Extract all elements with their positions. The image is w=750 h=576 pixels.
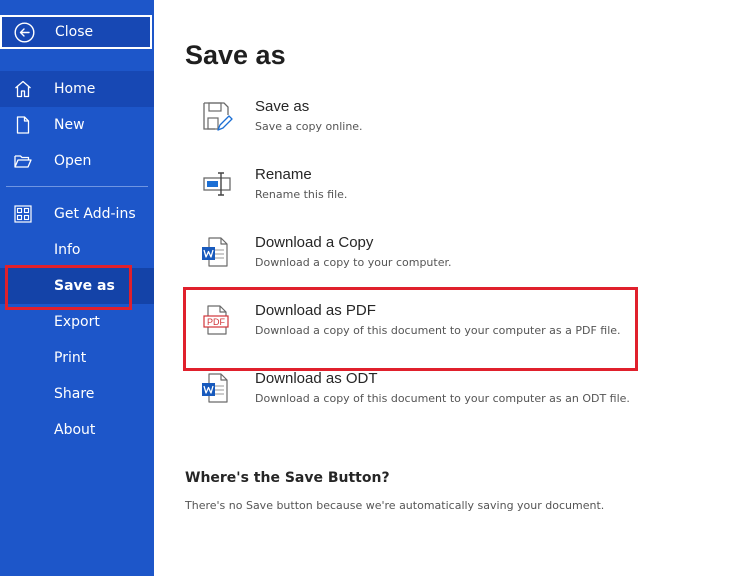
- sidebar-item-info[interactable]: Info: [0, 232, 154, 268]
- option-description: Save a copy online.: [255, 120, 363, 133]
- sidebar-item-home[interactable]: Home: [0, 71, 154, 107]
- option-description: Download a copy of this document to your…: [255, 392, 630, 405]
- option-download-as-pdf[interactable]: PDF Download as PDF Download a copy of t…: [199, 302, 669, 364]
- sidebar-item-get-add-ins[interactable]: Get Add-ins: [0, 196, 154, 232]
- option-download-as-odt[interactable]: Download as ODT Download a copy of this …: [199, 370, 669, 432]
- sidebar-divider: [6, 186, 148, 187]
- new-document-icon: [16, 116, 30, 134]
- sidebar-item-label: Info: [54, 242, 81, 258]
- pdf-icon-text: PDF: [207, 317, 226, 327]
- option-description: Download a copy to your computer.: [255, 256, 452, 269]
- rename-icon: [203, 172, 231, 196]
- help-heading: Where's the Save Button?: [185, 470, 390, 486]
- option-description: Rename this file.: [255, 188, 348, 201]
- word-document-icon: [202, 373, 228, 403]
- sidebar-item-open[interactable]: Open: [0, 143, 154, 179]
- option-title: Rename: [255, 166, 312, 183]
- main-panel: Save as Save as Save a copy online. Rena…: [154, 0, 750, 576]
- option-title: Download as PDF: [255, 302, 376, 319]
- option-title: Download as ODT: [255, 370, 378, 387]
- option-title: Download a Copy: [255, 234, 374, 251]
- sidebar-item-about[interactable]: About: [0, 412, 154, 448]
- sidebar-item-label: Open: [54, 153, 92, 169]
- sidebar-item-label: New: [54, 117, 85, 133]
- add-ins-grid-icon: [14, 205, 32, 223]
- option-rename[interactable]: Rename Rename this file.: [199, 166, 669, 228]
- sidebar-item-label: Get Add-ins: [54, 206, 136, 222]
- close-label: Close: [55, 24, 94, 40]
- open-folder-icon: [14, 155, 32, 168]
- sidebar-item-print[interactable]: Print: [0, 340, 154, 376]
- pdf-icon: PDF: [203, 305, 229, 335]
- option-download-a-copy[interactable]: Download a Copy Download a copy to your …: [199, 234, 669, 296]
- sidebar-item-share[interactable]: Share: [0, 376, 154, 412]
- option-description: Download a copy of this document to your…: [255, 324, 621, 337]
- sidebar-item-label: Save as: [54, 278, 115, 294]
- page-title: Save as: [185, 40, 286, 70]
- sidebar-item-export[interactable]: Export: [0, 304, 154, 340]
- sidebar-item-label: Home: [54, 81, 96, 97]
- sidebar-item-label: About: [54, 422, 96, 438]
- sidebar: Close Home New Open Get Add-ins Info Sav…: [0, 0, 154, 576]
- sidebar-item-label: Print: [54, 350, 87, 366]
- word-document-icon: [202, 237, 228, 267]
- sidebar-item-label: Share: [54, 386, 95, 402]
- save-as-icon: [203, 102, 233, 131]
- help-description: There's no Save button because we're aut…: [185, 499, 605, 512]
- sidebar-item-save-as[interactable]: Save as: [0, 268, 154, 304]
- home-icon: [15, 80, 31, 98]
- sidebar-item-label: Export: [54, 314, 100, 330]
- sidebar-item-new[interactable]: New: [0, 107, 154, 143]
- close-button[interactable]: Close: [0, 15, 152, 49]
- option-title: Save as: [255, 98, 310, 115]
- back-arrow-icon: [14, 22, 35, 43]
- option-save-as[interactable]: Save as Save a copy online.: [199, 98, 669, 160]
